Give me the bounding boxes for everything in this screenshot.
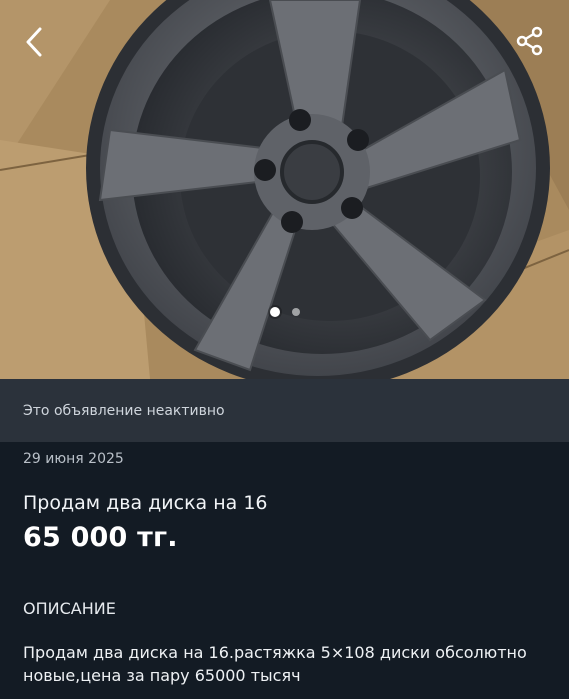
share-icon xyxy=(516,26,543,56)
share-button[interactable] xyxy=(515,26,551,62)
listing-title: Продам два диска на 16 xyxy=(23,492,268,514)
description-heading: ОПИСАНИЕ xyxy=(23,599,116,618)
pager-dot[interactable] xyxy=(291,308,300,316)
pager-dot-active[interactable] xyxy=(269,307,280,317)
photo-pager xyxy=(0,307,569,317)
inactive-banner-text: Это объявление неактивно xyxy=(23,402,225,419)
wheel-photo-image xyxy=(0,0,569,379)
back-button[interactable] xyxy=(24,26,60,62)
listing-price: 65 000 тг. xyxy=(23,522,178,553)
listing-date: 29 июня 2025 xyxy=(23,451,124,467)
listing-details: 29 июня 2025 Продам два диска на 16 65 0… xyxy=(0,451,569,687)
inactive-banner: Это объявление неактивно xyxy=(0,379,569,442)
description-text: Продам два диска на 16.растяжка 5×108 ди… xyxy=(23,643,527,685)
chevron-left-icon xyxy=(26,27,42,57)
listing-photo[interactable] xyxy=(0,0,569,379)
